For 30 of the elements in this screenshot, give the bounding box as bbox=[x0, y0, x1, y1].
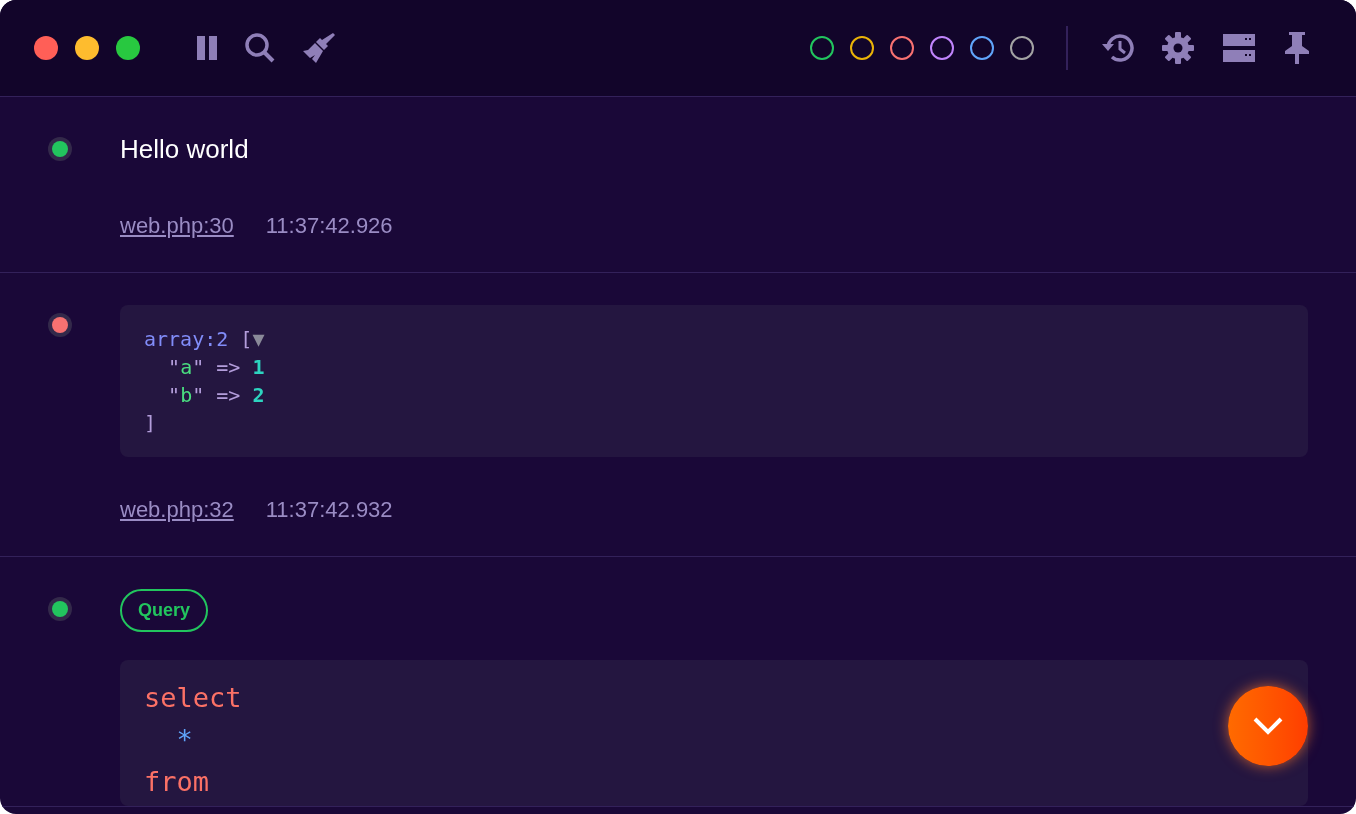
history-icon[interactable] bbox=[1100, 32, 1134, 64]
search-icon[interactable] bbox=[244, 32, 276, 64]
maximize-button[interactable] bbox=[116, 36, 140, 60]
code-line: ] bbox=[144, 410, 157, 437]
pin-icon[interactable] bbox=[1284, 31, 1310, 65]
code-line: array:2 [▼ bbox=[144, 326, 265, 353]
minimize-button[interactable] bbox=[75, 36, 99, 60]
timestamp: 11:37:42.926 bbox=[265, 212, 393, 240]
timestamp: 11:37:42.932 bbox=[265, 496, 393, 524]
color-filter[interactable] bbox=[970, 36, 994, 60]
code-line: * bbox=[175, 724, 193, 756]
color-filter[interactable] bbox=[930, 36, 954, 60]
color-filter[interactable] bbox=[810, 36, 834, 60]
query-badge: Query bbox=[120, 589, 209, 632]
code-line: select bbox=[144, 682, 242, 714]
close-button[interactable] bbox=[34, 36, 58, 60]
broom-icon[interactable] bbox=[302, 32, 336, 64]
code-line: "b" => 2 bbox=[167, 382, 265, 409]
color-filter[interactable] bbox=[850, 36, 874, 60]
file-link[interactable]: web.php:30 bbox=[120, 209, 234, 242]
color-filter[interactable] bbox=[890, 36, 914, 60]
code-line: "a" => 1 bbox=[167, 354, 265, 381]
chevron-down-icon bbox=[1253, 717, 1283, 735]
file-link[interactable]: web.php:32 bbox=[120, 493, 234, 526]
server-icon[interactable] bbox=[1222, 33, 1256, 63]
code-line: from bbox=[144, 766, 210, 798]
settings-icon[interactable] bbox=[1162, 32, 1194, 64]
color-filter[interactable] bbox=[1010, 36, 1034, 60]
pause-icon[interactable] bbox=[196, 35, 218, 61]
message-text: Hello world bbox=[120, 137, 250, 161]
